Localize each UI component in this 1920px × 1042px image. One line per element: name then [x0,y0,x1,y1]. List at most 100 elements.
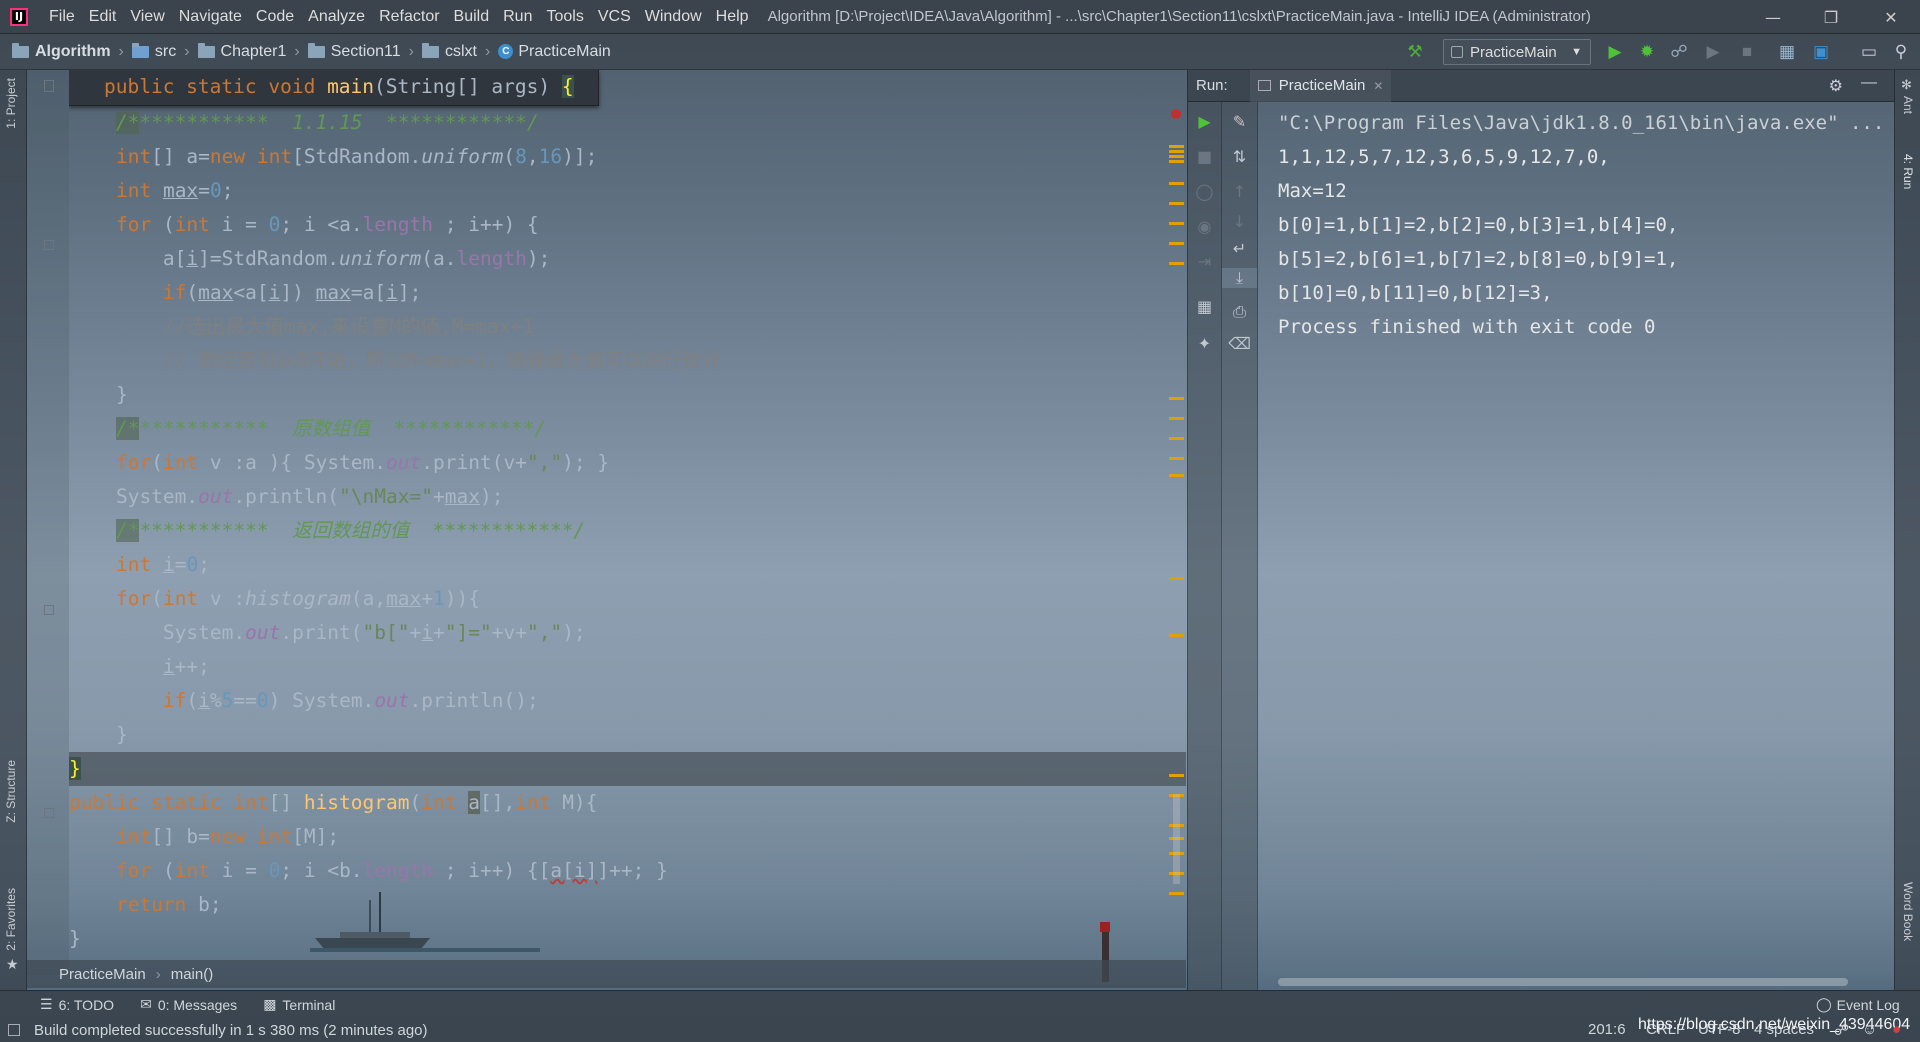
status-message: Build completed successfully in 1 s 380 … [34,1021,428,1039]
up-icon[interactable]: ↑ [1222,182,1257,201]
camera-icon[interactable]: ◉ [1188,217,1221,236]
breadcrumb-class[interactable]: C PracticeMain [498,43,611,61]
code-line: a[i]=StdRandom.uniform(a.length); [69,247,551,270]
stop-icon[interactable]: ■ [1188,147,1221,166]
breadcrumb-cslxt[interactable]: cslxt [422,42,477,61]
hide-panel-icon[interactable]: — [1861,74,1877,92]
fold-marker-icon[interactable] [44,808,54,818]
restore-layout-icon[interactable]: ◯ [1188,182,1221,201]
menu-edit[interactable]: Edit [82,8,124,26]
menu-refactor[interactable]: Refactor [372,8,446,26]
menu-file[interactable]: File [42,8,82,26]
menu-tools[interactable]: Tools [539,8,590,26]
fold-marker-icon[interactable] [44,240,54,250]
code-line: } [69,927,81,950]
menu-window[interactable]: Window [638,8,709,26]
scroll-to-end-icon[interactable]: ⤓ [1222,268,1257,288]
notifications-icon[interactable]: ● [1892,1021,1901,1038]
trash-icon[interactable]: ⌫ [1222,334,1257,353]
breadcrumb-project[interactable]: Algorithm [12,42,111,61]
breadcrumb-section11[interactable]: Section11 [307,42,401,61]
build-hammer-icon[interactable]: ⚒ [1402,38,1428,66]
run-icon[interactable]: ▶ [1602,38,1628,66]
rerun-icon[interactable]: ▶ [1188,112,1221,131]
search-icon[interactable]: ⚲ [1888,38,1914,66]
down-icon[interactable]: ↓ [1222,212,1257,231]
crumb-class[interactable]: PracticeMain [59,966,146,983]
close-icon[interactable]: ✕ [1862,0,1920,34]
menu-help[interactable]: Help [709,8,756,26]
menu-view[interactable]: View [123,8,171,26]
minimize-icon[interactable]: — [1744,0,1802,34]
menu-build[interactable]: Build [447,8,497,26]
console-horizontal-scrollbar[interactable] [1278,978,1848,986]
folder-icon [197,42,215,58]
breadcrumb-chapter1[interactable]: Chapter1 [197,42,286,61]
project-tab[interactable]: 1: Project [4,78,18,129]
pin-icon[interactable]: ✦ [1188,334,1221,353]
close-tab-icon[interactable]: ✕ [1373,79,1383,93]
clear-icon[interactable]: ✎ [1222,112,1257,131]
ant-tab[interactable]: Ant [1901,96,1915,114]
caret-position[interactable]: 201:6 [1588,1021,1626,1038]
project-structure-icon[interactable]: ▦ [1774,38,1800,66]
run-configuration-select[interactable]: PracticeMain ▼ [1443,39,1591,65]
debug-icon[interactable]: ✹ [1634,38,1660,66]
profile-icon[interactable]: ▶ [1700,38,1726,66]
code-line: /************ 原数组值 ************/ [115,417,547,440]
wordbook-tab[interactable]: Word Book [1901,882,1915,941]
code-line: int[] b=new int[M]; [115,825,340,848]
terminal-icon: ▩ [263,996,277,1012]
code-line: int[] a=new int[StdRandom.uniform(8,16)]… [115,145,598,168]
menu-vcs[interactable]: VCS [591,8,638,26]
event-log-tab[interactable]: ◯ Event Log [1816,996,1900,1013]
menu-navigate[interactable]: Navigate [172,8,249,26]
stop-icon[interactable]: ■ [1734,38,1760,66]
exit-icon[interactable]: ⇥ [1188,252,1221,271]
breadcrumb-src[interactable]: src [131,42,176,61]
lock-icon[interactable]: ☍ [1834,1021,1849,1039]
print-icon[interactable]: ⎙ [1222,302,1257,322]
inspector-icon[interactable]: ☺ [1862,1021,1877,1038]
translate-icon[interactable]: ▣ [1808,38,1834,66]
scrollbar-thumb[interactable] [1173,794,1180,884]
breadcrumb-separator: › [294,42,300,60]
status-toggle-icon[interactable] [8,1024,20,1036]
run-side-tab[interactable]: 4: Run [1901,154,1915,189]
structure-tab[interactable]: Z: Structure [4,760,18,823]
soft-wrap-icon[interactable]: ↵ [1222,239,1257,258]
title-bar: IJ File Edit View Navigate Code Analyze … [0,0,1920,34]
code-editor[interactable]: public static void main(String[] args) {… [69,70,1186,975]
todo-tab[interactable]: ☰ 6: TODO [40,996,114,1013]
error-stripe[interactable] [1166,102,1186,902]
terminal-tab[interactable]: ▩ Terminal [263,996,335,1013]
run-tab[interactable]: PracticeMain ✕ [1249,69,1392,102]
presentation-icon[interactable]: ▭ [1856,38,1882,66]
menu-analyze[interactable]: Analyze [301,8,372,26]
sort-icon[interactable]: ⇅ [1222,147,1257,166]
layout-icon[interactable]: ▦ [1188,297,1221,316]
star-icon: ★ [6,957,19,973]
sailboat-wallpaper-image [310,892,540,952]
messages-tab[interactable]: ✉ 0: Messages [140,996,237,1013]
code-line: for (int i = 0; i <b.length ; i++) {[a[i… [115,859,668,882]
fold-marker-icon[interactable] [44,80,54,92]
fold-marker-icon[interactable] [44,605,54,615]
favorites-tab[interactable]: 2: Favorites [4,888,18,951]
code-line: System.out.println("\nMax="+max); [69,485,504,508]
coverage-icon[interactable]: ☍ [1666,38,1692,66]
menu-code[interactable]: Code [249,8,301,26]
gear-icon[interactable]: ⚙ [1829,76,1843,96]
list-icon: ☰ [40,996,53,1012]
code-line: for(int v :a ){ System.out.print(v+",");… [115,451,610,474]
code-line: int i=0; [115,553,210,576]
menu-run[interactable]: Run [496,8,539,26]
code-line: int max=0; [115,179,234,202]
crumb-method[interactable]: main() [171,966,214,983]
navigation-bar: Algorithm › src › Chapter1 › Section11 ›… [0,34,1920,70]
config-icon [1451,46,1463,58]
right-tool-strip: ✻ Ant 4: Run Word Book [1894,70,1920,990]
code-line: for(int v :histogram(a,max+1)){ [115,587,481,610]
console-output[interactable]: "C:\Program Files\Java\jdk1.8.0_161\bin\… [1278,106,1884,344]
restore-icon[interactable]: ❐ [1802,0,1860,34]
